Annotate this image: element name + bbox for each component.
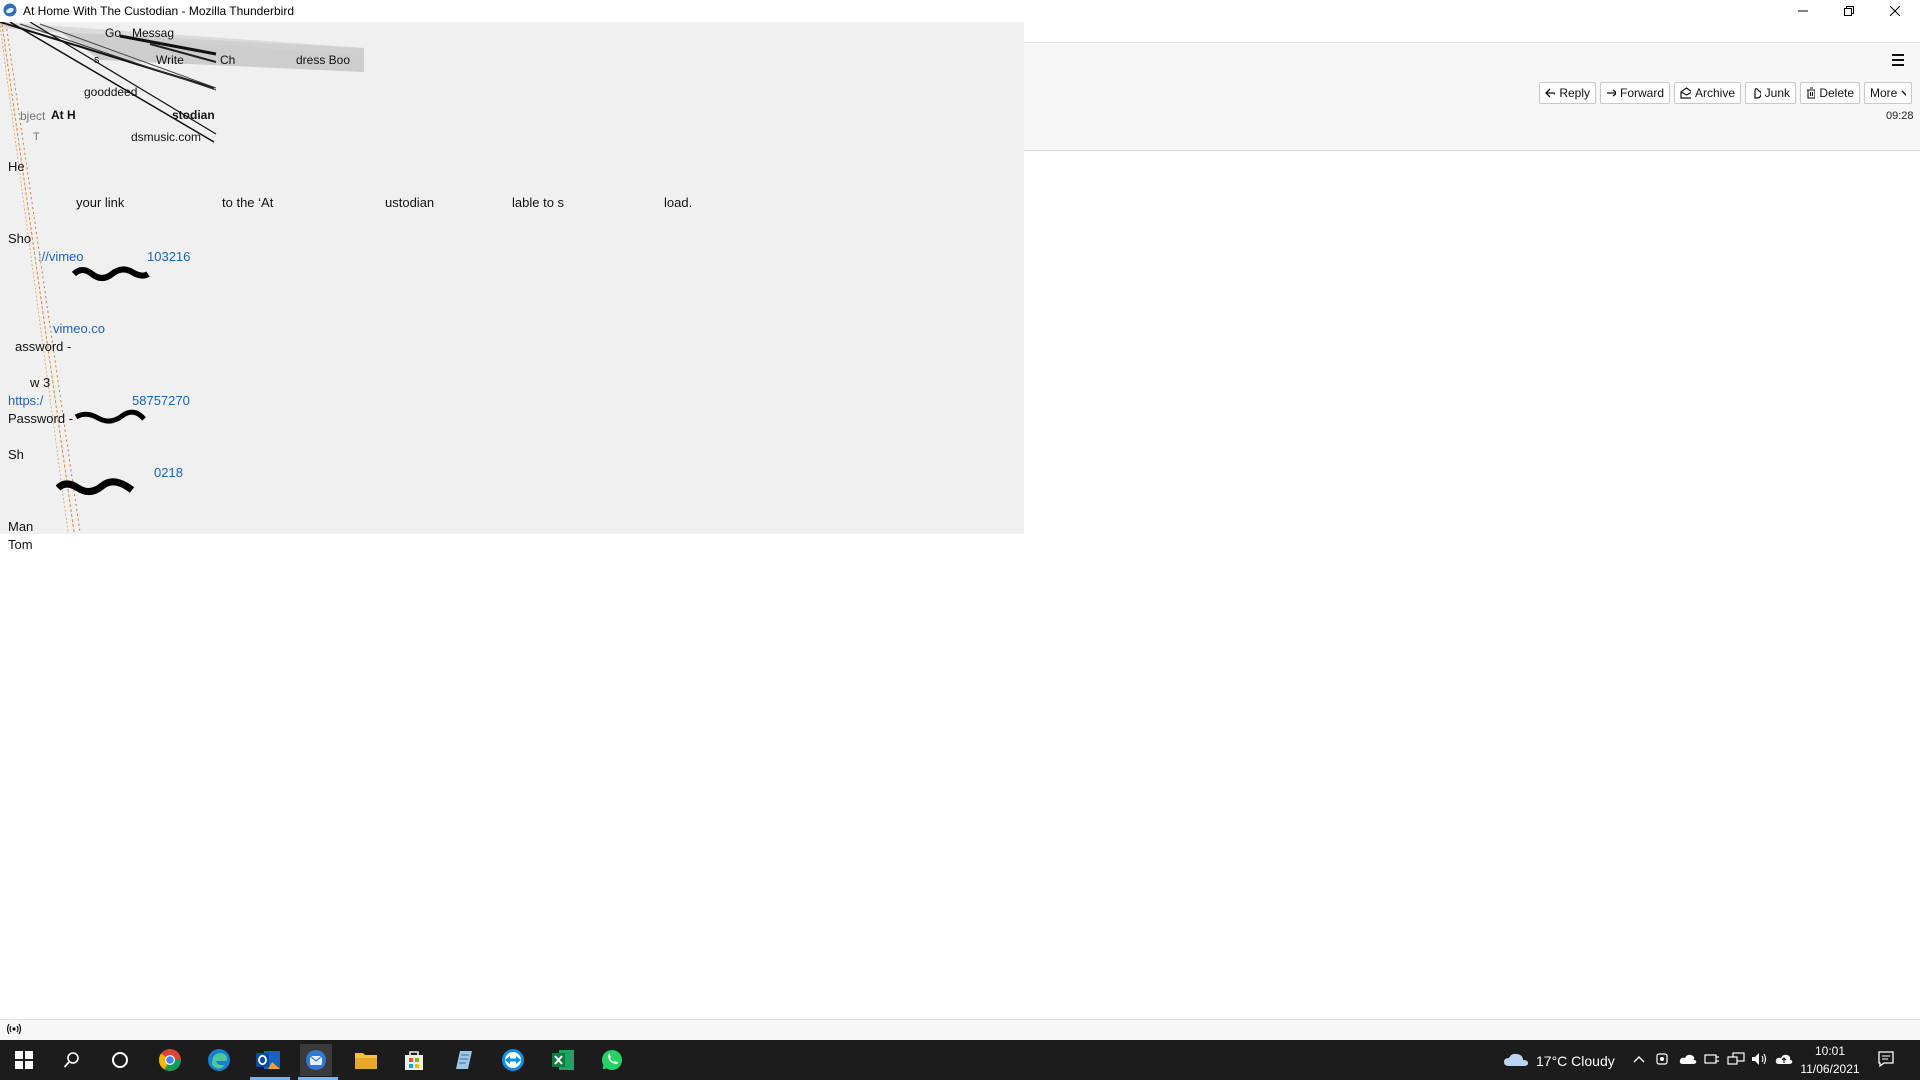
subject-value-start: At H xyxy=(51,108,76,122)
toolbar-fragment-s: s xyxy=(94,54,100,66)
onedrive-cloud-icon[interactable] xyxy=(1679,1053,1697,1065)
status-bar xyxy=(0,1019,1920,1041)
cloud-upload-icon[interactable] xyxy=(1775,1052,1793,1066)
windows-logo-icon xyxy=(15,1051,33,1069)
to-value: dsmusic.com xyxy=(131,130,202,144)
body-text-5: load. xyxy=(664,195,693,210)
notepad-icon xyxy=(456,1051,472,1069)
vimeo-link-3-id[interactable]: 0218 xyxy=(154,465,183,480)
clock-time[interactable]: 10:01 xyxy=(1800,1044,1860,1058)
password-label-2: Password - xyxy=(8,411,74,426)
body-text-7: w 3 xyxy=(30,375,51,390)
redaction-scribble-3 xyxy=(56,478,134,495)
junk-icon xyxy=(1754,88,1761,99)
taskbar-teamviewer[interactable] xyxy=(497,1044,529,1076)
folder-icon xyxy=(355,1053,377,1069)
delete-button[interactable]: Delete xyxy=(1800,82,1860,104)
store-bag-icon xyxy=(405,1051,423,1070)
app-menu-icon[interactable] xyxy=(1889,52,1907,68)
edge-icon xyxy=(208,1049,230,1071)
thunderbird-icon xyxy=(3,3,17,17)
vimeo-link-2[interactable]: vimeo.co xyxy=(53,321,105,336)
thunderbird-icon xyxy=(306,1050,326,1070)
excel-icon xyxy=(552,1050,574,1070)
weather-widget-text[interactable]: 17°C Cloudy xyxy=(1536,1053,1615,1069)
from-fragment: gooddeed xyxy=(84,85,138,99)
close-icon xyxy=(1890,6,1900,16)
junk-button[interactable]: Junk xyxy=(1745,82,1796,104)
message-pane-glitched: Go Messag s Write Ch dress Boo gooddeed … xyxy=(0,22,1024,534)
minimize-button[interactable] xyxy=(1780,0,1826,22)
network-icon[interactable] xyxy=(1727,1052,1745,1066)
reply-icon xyxy=(1545,88,1556,98)
cloudy-weather-icon[interactable] xyxy=(1503,1050,1529,1068)
subject-value-end: stodian xyxy=(172,108,215,122)
subject-label: bject xyxy=(20,109,46,123)
body-text-1: your link xyxy=(76,195,125,210)
outlook-icon xyxy=(256,1051,280,1069)
search-icon xyxy=(63,1052,79,1068)
body-text-8: Sh xyxy=(8,447,24,462)
forward-button[interactable]: Forward xyxy=(1600,82,1670,104)
https-link[interactable]: https:/ xyxy=(8,393,43,408)
restore-button[interactable] xyxy=(1826,0,1872,22)
taskbar-outlook[interactable] xyxy=(252,1044,284,1076)
start-button[interactable] xyxy=(8,1044,40,1076)
message-time: 09:28 xyxy=(1886,110,1914,122)
archive-icon xyxy=(1680,87,1691,99)
taskbar-chrome[interactable] xyxy=(154,1044,186,1076)
write-button-fragment[interactable]: Write xyxy=(156,53,184,67)
forward-icon xyxy=(1607,89,1616,97)
minimize-icon xyxy=(1798,10,1808,12)
taskbar-whatsapp[interactable] xyxy=(596,1044,628,1076)
body-text-4: lable to s xyxy=(512,195,565,210)
address-book-button-fragment[interactable]: dress Boo xyxy=(296,53,350,67)
taskbar-excel[interactable] xyxy=(547,1044,579,1076)
body-greeting: He xyxy=(8,159,25,174)
teamviewer-icon xyxy=(502,1049,524,1071)
redaction-scribble-1 xyxy=(72,266,150,281)
clock-date[interactable]: 11/06/2021 xyxy=(1797,1062,1863,1076)
redaction-scribble-2 xyxy=(74,409,146,424)
chat-button-fragment[interactable]: Ch xyxy=(220,53,235,67)
to-label: T xyxy=(33,131,40,143)
archive-button[interactable]: Archive xyxy=(1674,82,1741,104)
meet-now-icon[interactable] xyxy=(1655,1052,1669,1066)
vimeo-link-2-id[interactable]: 58757270 xyxy=(132,393,190,408)
taskbar xyxy=(0,1040,1920,1080)
search-button[interactable] xyxy=(56,1044,88,1076)
reply-button[interactable]: Reply xyxy=(1539,82,1596,104)
menu-message[interactable]: Messag xyxy=(132,26,174,40)
online-status-icon[interactable] xyxy=(6,1022,22,1036)
taskbar-edge[interactable] xyxy=(203,1044,235,1076)
chevron-down-icon xyxy=(1901,90,1906,96)
vimeo-link-1-id[interactable]: 103216 xyxy=(147,249,190,264)
notifications-icon[interactable] xyxy=(1877,1050,1895,1068)
power-plug-icon[interactable] xyxy=(1703,1052,1721,1066)
menu-go[interactable]: Go xyxy=(105,26,121,40)
signature-name: Tom xyxy=(8,537,33,552)
restore-icon xyxy=(1844,6,1854,16)
body-text-3: ustodian xyxy=(385,195,435,210)
volume-icon[interactable] xyxy=(1751,1052,1769,1066)
cortana-circle-icon xyxy=(112,1052,128,1068)
taskbar-thunderbird[interactable] xyxy=(300,1044,332,1076)
body-text-2: to the ‘At xyxy=(222,195,274,210)
chrome-icon xyxy=(158,1049,181,1071)
taskbar-file-explorer[interactable] xyxy=(350,1044,382,1076)
window-title: At Home With The Custodian - Mozilla Thu… xyxy=(23,4,295,18)
body-text-9: Man xyxy=(8,519,34,534)
cortana-button[interactable] xyxy=(104,1044,136,1076)
password-label-1: assword - xyxy=(15,339,72,354)
render-glitch-lines xyxy=(0,22,364,533)
taskbar-notes-app[interactable] xyxy=(447,1044,479,1076)
trash-icon xyxy=(1807,87,1816,99)
chevron-up-icon[interactable] xyxy=(1633,1054,1645,1064)
more-button[interactable]: More xyxy=(1864,82,1912,104)
whatsapp-icon xyxy=(602,1050,622,1070)
body-text-6: Sho xyxy=(8,231,32,246)
close-button[interactable] xyxy=(1872,0,1918,22)
taskbar-store[interactable] xyxy=(398,1044,430,1076)
vimeo-link-1[interactable]: ://vimeo xyxy=(38,249,84,264)
